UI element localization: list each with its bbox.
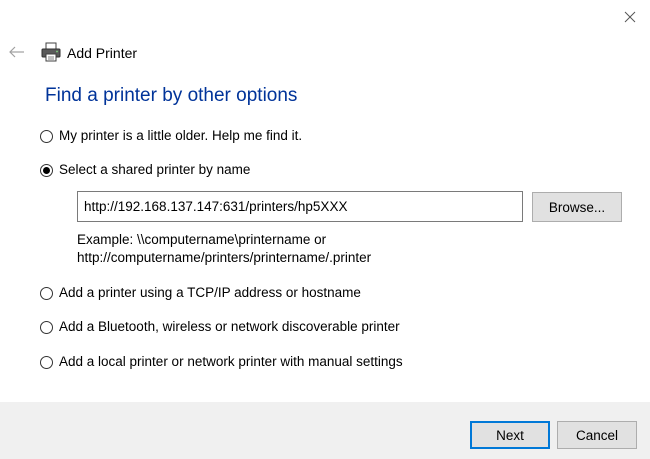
example-hint: Example: \\computername\printername or h… [77,231,371,267]
example-line-1: Example: \\computername\printername or [77,232,327,247]
window-title: Add Printer [67,45,138,61]
radio-button-selected[interactable] [40,163,53,177]
back-button[interactable] [6,42,28,62]
option-label: Select a shared printer by name [59,162,251,177]
radio-button[interactable] [40,320,53,334]
radio-button[interactable] [40,286,53,300]
option-bluetooth-wireless[interactable]: Add a Bluetooth, wireless or network dis… [40,318,400,336]
option-local-manual[interactable]: Add a local printer or network printer w… [40,353,403,371]
radio-dot [43,166,50,174]
back-arrow-icon [9,46,24,58]
shared-printer-input[interactable] [77,191,523,222]
option-shared-printer[interactable]: Select a shared printer by name [40,161,250,179]
add-printer-dialog: Add Printer Find a printer by other opti… [0,0,650,459]
option-label: Add a printer using a TCP/IP address or … [59,285,361,300]
browse-button[interactable]: Browse... [532,192,622,222]
radio-button[interactable] [40,355,53,369]
close-icon [624,11,636,23]
radio-button[interactable] [40,129,53,143]
option-label: Add a local printer or network printer w… [59,354,403,369]
footer-bar [0,402,650,459]
option-label: My printer is a little older. Help me fi… [59,128,303,143]
printer-icon [41,42,61,62]
example-line-2: http://computername/printers/printername… [77,250,372,265]
option-older-printer[interactable]: My printer is a little older. Help me fi… [40,127,302,145]
page-heading: Find a printer by other options [45,85,298,106]
option-tcpip[interactable]: Add a printer using a TCP/IP address or … [40,284,361,302]
option-label: Add a Bluetooth, wireless or network dis… [59,319,400,334]
cancel-button[interactable]: Cancel [557,421,637,449]
close-button[interactable] [616,4,644,30]
next-button[interactable]: Next [470,421,550,449]
